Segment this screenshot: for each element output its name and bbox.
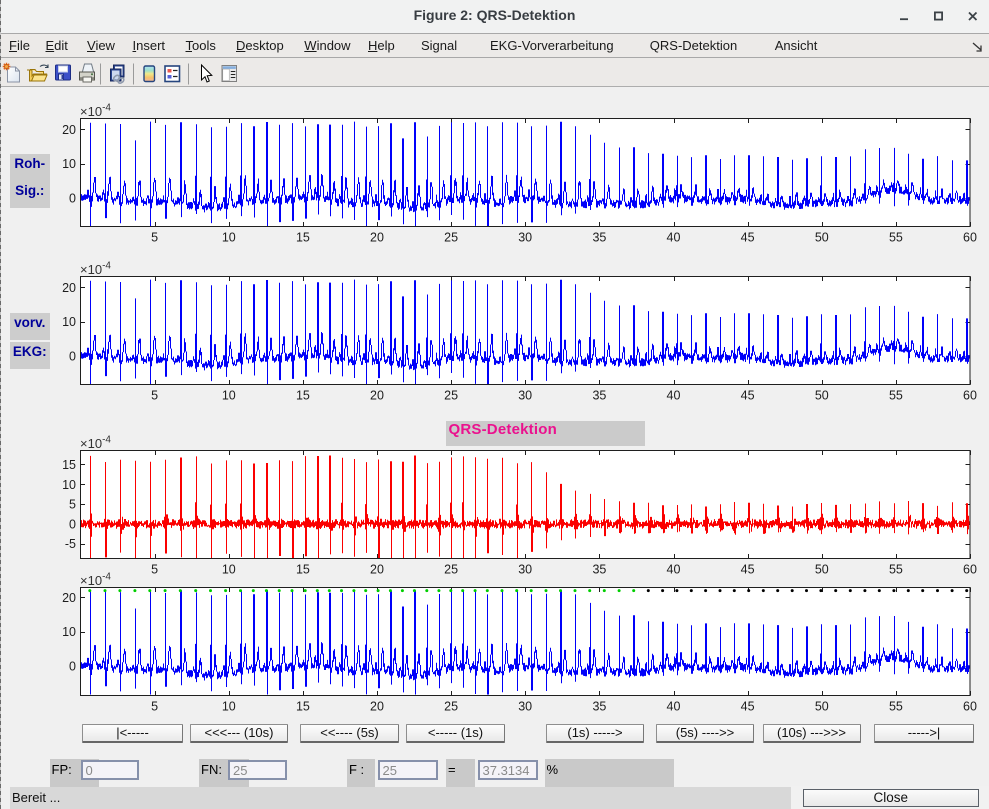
- svg-text:25: 25: [444, 231, 458, 245]
- svg-text:50: 50: [815, 389, 829, 403]
- svg-text:40: 40: [667, 389, 681, 403]
- svg-text:30: 30: [518, 700, 532, 714]
- svg-text:5: 5: [69, 498, 76, 512]
- svg-text:50: 50: [815, 231, 829, 245]
- svg-text:20: 20: [62, 123, 76, 137]
- svg-text:5: 5: [151, 231, 158, 245]
- svg-text:40: 40: [667, 563, 681, 577]
- svg-text:×10-4: ×10-4: [80, 261, 111, 278]
- svg-text:20: 20: [370, 231, 384, 245]
- svg-text:5: 5: [151, 700, 158, 714]
- svg-text:50: 50: [815, 700, 829, 714]
- svg-text:25: 25: [444, 563, 458, 577]
- svg-text:10: 10: [222, 389, 236, 403]
- svg-text:10: 10: [62, 625, 76, 639]
- svg-text:15: 15: [296, 563, 310, 577]
- svg-text:10: 10: [222, 700, 236, 714]
- svg-text:20: 20: [62, 591, 76, 605]
- svg-text:20: 20: [62, 281, 76, 295]
- svg-text:45: 45: [741, 563, 755, 577]
- svg-text:20: 20: [370, 389, 384, 403]
- svg-text:35: 35: [592, 563, 606, 577]
- svg-text:60: 60: [963, 389, 977, 403]
- svg-text:-5: -5: [65, 537, 76, 551]
- svg-text:45: 45: [741, 231, 755, 245]
- svg-text:50: 50: [815, 563, 829, 577]
- svg-text:×10-4: ×10-4: [80, 572, 111, 589]
- svg-text:0: 0: [69, 349, 76, 363]
- svg-text:55: 55: [889, 700, 903, 714]
- svg-text:10: 10: [62, 315, 76, 329]
- svg-text:10: 10: [62, 478, 76, 492]
- svg-text:55: 55: [889, 563, 903, 577]
- svg-text:15: 15: [296, 231, 310, 245]
- svg-text:10: 10: [62, 157, 76, 171]
- svg-text:45: 45: [741, 389, 755, 403]
- svg-text:15: 15: [62, 458, 76, 472]
- svg-text:55: 55: [889, 231, 903, 245]
- svg-text:0: 0: [69, 517, 76, 531]
- svg-text:5: 5: [151, 563, 158, 577]
- svg-text:20: 20: [370, 563, 384, 577]
- svg-text:5: 5: [151, 389, 158, 403]
- svg-text:60: 60: [963, 231, 977, 245]
- svg-text:40: 40: [667, 231, 681, 245]
- svg-text:40: 40: [667, 700, 681, 714]
- svg-text:35: 35: [592, 231, 606, 245]
- svg-text:30: 30: [518, 563, 532, 577]
- svg-text:35: 35: [592, 389, 606, 403]
- svg-text:60: 60: [963, 563, 977, 577]
- svg-text:30: 30: [518, 389, 532, 403]
- svg-text:0: 0: [69, 191, 76, 205]
- svg-text:0: 0: [69, 660, 76, 674]
- svg-text:60: 60: [963, 700, 977, 714]
- svg-text:15: 15: [296, 700, 310, 714]
- svg-text:10: 10: [222, 563, 236, 577]
- svg-text:25: 25: [444, 700, 458, 714]
- svg-text:30: 30: [518, 231, 532, 245]
- svg-text:45: 45: [741, 700, 755, 714]
- svg-text:35: 35: [592, 700, 606, 714]
- svg-text:×10-4: ×10-4: [80, 435, 111, 452]
- svg-text:25: 25: [444, 389, 458, 403]
- svg-text:10: 10: [222, 231, 236, 245]
- svg-text:20: 20: [370, 700, 384, 714]
- svg-text:55: 55: [889, 389, 903, 403]
- svg-text:15: 15: [296, 389, 310, 403]
- svg-text:×10-4: ×10-4: [80, 103, 111, 120]
